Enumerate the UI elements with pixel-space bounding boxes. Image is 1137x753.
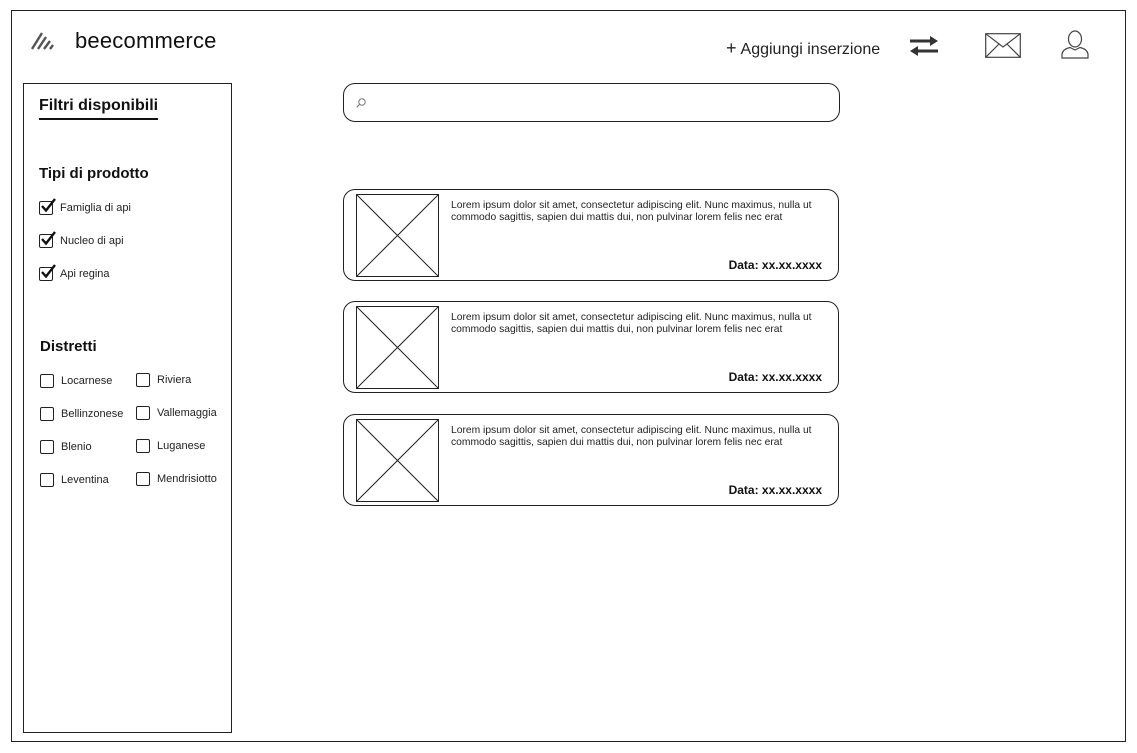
plus-icon: + (726, 38, 737, 58)
listing-description: Lorem ipsum dolor sit amet, consectetur … (451, 425, 812, 448)
checkbox-vallemaggia[interactable]: Vallemaggia (136, 406, 217, 420)
search-input[interactable] (372, 92, 827, 114)
logo-icon[interactable] (30, 31, 54, 51)
checkbox-bellinzonese[interactable]: Bellinzonese (40, 407, 123, 421)
checkbox-unchecked[interactable] (40, 407, 54, 421)
checkbox-api-regina[interactable]: Api regina (39, 264, 110, 281)
checkbox-label: Vallemaggia (157, 407, 217, 419)
listing-card[interactable]: Lorem ipsum dolor sit amet, consectetur … (343, 414, 839, 506)
listing-description: Lorem ipsum dolor sit amet, consectetur … (451, 200, 812, 223)
user-icon[interactable] (1061, 30, 1089, 59)
checkbox-riviera[interactable]: Riviera (136, 373, 191, 387)
filters-title: Filtri disponibili (39, 97, 159, 120)
checkbox-label: Nucleo di api (60, 235, 124, 247)
checkbox-label: Locarnese (61, 375, 113, 387)
checkbox-famiglia-di-api[interactable]: Famiglia di api (39, 198, 131, 215)
districts-heading: Distretti (40, 338, 97, 355)
check-icon (41, 264, 56, 279)
checkbox-label: Riviera (157, 374, 192, 386)
checkbox-nucleo-di-api[interactable]: Nucleo di api (39, 231, 124, 248)
check-icon (41, 231, 56, 246)
mail-icon[interactable] (985, 33, 1021, 58)
checkbox-unchecked[interactable] (136, 439, 150, 453)
checkbox-mendrisiotto[interactable]: Mendrisiotto (136, 472, 217, 486)
image-placeholder-icon (356, 194, 439, 277)
listing-card[interactable]: Lorem ipsum dolor sit amet, consectetur … (343, 189, 839, 281)
check-icon (41, 198, 56, 213)
filters-sidebar: Filtri disponibili Tipi di prodotto Fami… (23, 83, 232, 733)
checkbox-label: Leventina (61, 474, 109, 486)
checkbox-label: Famiglia di api (60, 202, 131, 214)
checkbox-locarnese[interactable]: Locarnese (40, 374, 112, 388)
add-listing-label: Aggiungi inserzione (740, 41, 881, 58)
checkbox-label: Bellinzonese (61, 408, 124, 420)
checkbox-unchecked[interactable] (40, 473, 54, 487)
image-placeholder-icon (356, 306, 439, 389)
checkbox-checked[interactable] (39, 231, 56, 248)
checkbox-luganese[interactable]: Luganese (136, 439, 205, 453)
checkbox-label: Api regina (60, 268, 110, 280)
listing-description: Lorem ipsum dolor sit amet, consectetur … (451, 312, 812, 335)
checkbox-blenio[interactable]: Blenio (40, 440, 92, 454)
search-bar[interactable] (343, 83, 840, 122)
brand-name[interactable]: beecommerce (75, 28, 217, 54)
listing-date: Data: xx.xx.xxxx (728, 258, 822, 272)
listing-date: Data: xx.xx.xxxx (728, 483, 822, 497)
listing-date: Data: xx.xx.xxxx (728, 370, 822, 384)
checkbox-checked[interactable] (39, 198, 56, 215)
checkbox-label: Luganese (157, 440, 206, 452)
checkbox-unchecked[interactable] (40, 440, 54, 454)
checkbox-unchecked[interactable] (136, 373, 150, 387)
product-types-heading: Tipi di prodotto (39, 165, 149, 182)
checkbox-leventina[interactable]: Leventina (40, 473, 109, 487)
checkbox-label: Mendrisiotto (157, 473, 217, 485)
checkbox-unchecked[interactable] (136, 406, 150, 420)
checkbox-checked[interactable] (39, 264, 56, 281)
listing-card[interactable]: Lorem ipsum dolor sit amet, consectetur … (343, 301, 839, 393)
swap-arrows-icon[interactable] (908, 35, 940, 57)
image-placeholder-icon (356, 419, 439, 502)
checkbox-unchecked[interactable] (40, 374, 54, 388)
add-listing-button[interactable]: + Aggiungi inserzione (726, 38, 880, 59)
checkbox-unchecked[interactable] (136, 472, 150, 486)
checkbox-label: Blenio (61, 441, 92, 453)
search-icon (356, 98, 366, 108)
